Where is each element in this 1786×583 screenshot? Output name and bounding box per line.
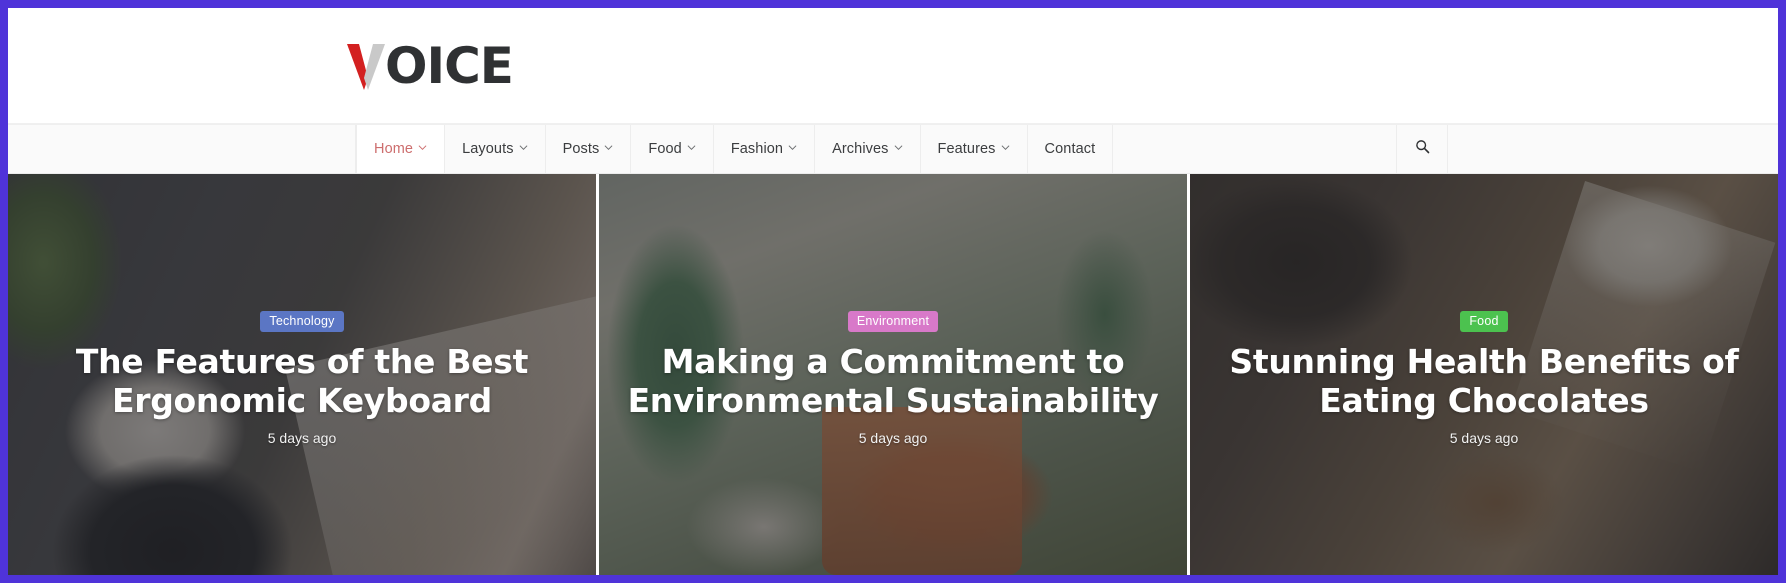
site-logo[interactable]: OICE [345, 36, 514, 95]
chevron-down-icon [604, 143, 613, 152]
hero-timestamp: 5 days ago [1449, 429, 1519, 446]
nav-item-fashion[interactable]: Fashion [714, 125, 816, 173]
chevron-down-icon [1001, 143, 1010, 152]
site-header: OICE [8, 8, 1778, 124]
nav-item-label: Features [937, 141, 996, 157]
nav-item-label: Contact [1044, 141, 1096, 157]
nav-item-posts[interactable]: Posts [546, 125, 632, 173]
nav-right-spacer [1448, 125, 1778, 173]
nav-item-home[interactable]: Home [356, 125, 446, 173]
hero-text-block: Technology The Features of the Best Ergo… [8, 311, 596, 446]
search-icon [1415, 139, 1430, 159]
nav-item-label: Posts [562, 141, 600, 157]
search-toggle-button[interactable] [1396, 125, 1448, 173]
hero-title[interactable]: Stunning Health Benefits of Eating Choco… [1214, 343, 1754, 420]
nav-middle-fill [1113, 125, 1396, 173]
chevron-down-icon [418, 143, 427, 152]
hero-title[interactable]: Making a Commitment to Environmental Sus… [623, 343, 1163, 420]
hero-timestamp: 5 days ago [858, 429, 928, 446]
nav-item-label: Archives [832, 141, 889, 157]
nav-left-spacer [8, 125, 356, 173]
hero-title[interactable]: The Features of the Best Ergonomic Keybo… [32, 343, 572, 420]
nav-item-layouts[interactable]: Layouts [445, 125, 546, 173]
chevron-down-icon [894, 143, 903, 152]
page-root: OICE Home Layouts Posts Food Fashion Arc… [8, 8, 1778, 575]
category-badge-technology[interactable]: Technology [260, 311, 344, 333]
hero-text-block: Environment Making a Commitment to Envir… [599, 311, 1187, 446]
featured-posts-hero: Technology The Features of the Best Ergo… [8, 174, 1778, 575]
nav-item-archives[interactable]: Archives [815, 125, 921, 173]
logo-text: OICE [385, 36, 514, 95]
category-badge-environment[interactable]: Environment [847, 311, 939, 333]
hero-timestamp: 5 days ago [267, 429, 337, 446]
category-badge-food[interactable]: Food [1460, 311, 1508, 333]
nav-item-food[interactable]: Food [631, 125, 714, 173]
nav-item-label: Layouts [462, 141, 514, 157]
nav-item-label: Food [648, 141, 682, 157]
hero-card-environment[interactable]: Environment Making a Commitment to Envir… [599, 174, 1187, 575]
hero-card-food[interactable]: Food Stunning Health Benefits of Eating … [1190, 174, 1778, 575]
nav-item-contact[interactable]: Contact [1028, 125, 1114, 173]
nav-item-list: Home Layouts Posts Food Fashion Archives… [356, 125, 1114, 173]
chevron-down-icon [519, 143, 528, 152]
main-navigation: Home Layouts Posts Food Fashion Archives… [8, 124, 1778, 174]
nav-item-label: Fashion [730, 141, 784, 157]
nav-item-label: Home [374, 141, 414, 157]
hero-text-block: Food Stunning Health Benefits of Eating … [1190, 311, 1778, 446]
chevron-down-icon [687, 143, 696, 152]
logo-v-icon [345, 40, 387, 92]
chevron-down-icon [788, 143, 797, 152]
nav-item-features[interactable]: Features [921, 125, 1028, 173]
browser-viewport-frame: OICE Home Layouts Posts Food Fashion Arc… [0, 0, 1786, 583]
hero-card-technology[interactable]: Technology The Features of the Best Ergo… [8, 174, 596, 575]
